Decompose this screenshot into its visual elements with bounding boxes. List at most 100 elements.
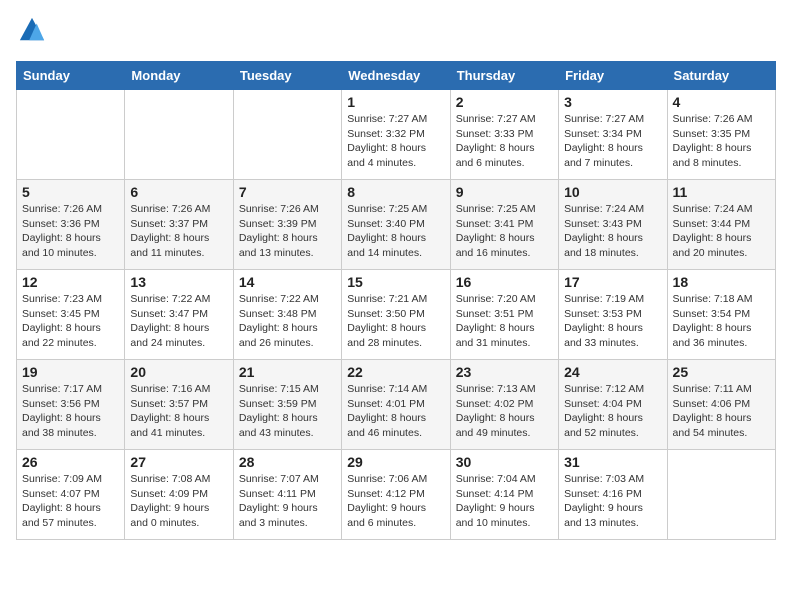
day-info: Sunrise: 7:13 AM Sunset: 4:02 PM Dayligh… — [456, 382, 553, 441]
calendar-cell: 15Sunrise: 7:21 AM Sunset: 3:50 PM Dayli… — [342, 270, 450, 360]
day-of-week-header: Sunday — [17, 62, 125, 90]
day-number: 14 — [239, 274, 336, 290]
logo — [16, 16, 46, 49]
day-info: Sunrise: 7:08 AM Sunset: 4:09 PM Dayligh… — [130, 472, 227, 531]
calendar-cell: 18Sunrise: 7:18 AM Sunset: 3:54 PM Dayli… — [667, 270, 775, 360]
day-info: Sunrise: 7:06 AM Sunset: 4:12 PM Dayligh… — [347, 472, 444, 531]
day-number: 15 — [347, 274, 444, 290]
day-info: Sunrise: 7:12 AM Sunset: 4:04 PM Dayligh… — [564, 382, 661, 441]
day-number: 6 — [130, 184, 227, 200]
calendar-table: SundayMondayTuesdayWednesdayThursdayFrid… — [16, 61, 776, 540]
day-info: Sunrise: 7:22 AM Sunset: 3:47 PM Dayligh… — [130, 292, 227, 351]
day-number: 10 — [564, 184, 661, 200]
day-info: Sunrise: 7:25 AM Sunset: 3:41 PM Dayligh… — [456, 202, 553, 261]
calendar-cell: 1 Sunrise: 7:27 AM Sunset: 3:32 PM Daylig… — [342, 90, 450, 180]
calendar-cell: 11 Sunrise: 7:24 AM Sunset: 3:44 PM Dayli… — [667, 180, 775, 270]
day-number: 22 — [347, 364, 444, 380]
calendar-cell: 7 Sunrise: 7:26 AM Sunset: 3:39 PM Daylig… — [233, 180, 341, 270]
calendar-cell: 26 Sunrise: 7:09 AM Sunset: 4:07 PM Dayli… — [17, 450, 125, 540]
day-number: 28 — [239, 454, 336, 470]
day-of-week-header: Thursday — [450, 62, 558, 90]
day-info: Sunrise: 7:20 AM Sunset: 3:51 PM Dayligh… — [456, 292, 553, 351]
day-number: 25 — [673, 364, 770, 380]
calendar-cell: 24 Sunrise: 7:12 AM Sunset: 4:04 PM Dayli… — [559, 360, 667, 450]
day-info: Sunrise: 7:26 AM Sunset: 3:39 PM Dayligh… — [239, 202, 336, 261]
calendar-cell: 21Sunrise: 7:15 AM Sunset: 3:59 PM Dayli… — [233, 360, 341, 450]
day-number: 24 — [564, 364, 661, 380]
calendar-cell: 5 Sunrise: 7:26 AM Sunset: 3:36 PM Daylig… — [17, 180, 125, 270]
calendar-cell: 22 Sunrise: 7:14 AM Sunset: 4:01 PM Dayli… — [342, 360, 450, 450]
day-info: Sunrise: 7:27 AM Sunset: 3:34 PM Dayligh… — [564, 112, 661, 171]
day-info: Sunrise: 7:22 AM Sunset: 3:48 PM Dayligh… — [239, 292, 336, 351]
day-info: Sunrise: 7:07 AM Sunset: 4:11 PM Dayligh… — [239, 472, 336, 531]
calendar-week-row: 5 Sunrise: 7:26 AM Sunset: 3:36 PM Daylig… — [17, 180, 776, 270]
calendar-week-row: 26 Sunrise: 7:09 AM Sunset: 4:07 PM Dayli… — [17, 450, 776, 540]
logo-icon — [18, 16, 46, 44]
day-of-week-header: Monday — [125, 62, 233, 90]
page-header — [16, 16, 776, 49]
calendar-cell — [17, 90, 125, 180]
calendar-cell: 23 Sunrise: 7:13 AM Sunset: 4:02 PM Dayli… — [450, 360, 558, 450]
day-info: Sunrise: 7:24 AM Sunset: 3:43 PM Dayligh… — [564, 202, 661, 261]
day-number: 23 — [456, 364, 553, 380]
day-of-week-header: Tuesday — [233, 62, 341, 90]
day-info: Sunrise: 7:14 AM Sunset: 4:01 PM Dayligh… — [347, 382, 444, 441]
calendar-header-row: SundayMondayTuesdayWednesdayThursdayFrid… — [17, 62, 776, 90]
calendar-cell: 27 Sunrise: 7:08 AM Sunset: 4:09 PM Dayli… — [125, 450, 233, 540]
day-info: Sunrise: 7:15 AM Sunset: 3:59 PM Dayligh… — [239, 382, 336, 441]
day-number: 16 — [456, 274, 553, 290]
calendar-week-row: 19 Sunrise: 7:17 AM Sunset: 3:56 PM Dayli… — [17, 360, 776, 450]
calendar-cell: 14 Sunrise: 7:22 AM Sunset: 3:48 PM Dayli… — [233, 270, 341, 360]
day-info: Sunrise: 7:19 AM Sunset: 3:53 PM Dayligh… — [564, 292, 661, 351]
calendar-cell — [233, 90, 341, 180]
day-number: 5 — [22, 184, 119, 200]
calendar-cell — [667, 450, 775, 540]
day-info: Sunrise: 7:25 AM Sunset: 3:40 PM Dayligh… — [347, 202, 444, 261]
calendar-cell: 13 Sunrise: 7:22 AM Sunset: 3:47 PM Dayli… — [125, 270, 233, 360]
day-number: 4 — [673, 94, 770, 110]
calendar-cell: 29 Sunrise: 7:06 AM Sunset: 4:12 PM Dayli… — [342, 450, 450, 540]
day-number: 17 — [564, 274, 661, 290]
day-number: 27 — [130, 454, 227, 470]
day-info: Sunrise: 7:27 AM Sunset: 3:33 PM Dayligh… — [456, 112, 553, 171]
calendar-week-row: 1 Sunrise: 7:27 AM Sunset: 3:32 PM Daylig… — [17, 90, 776, 180]
day-number: 18 — [673, 274, 770, 290]
day-number: 13 — [130, 274, 227, 290]
calendar-cell — [125, 90, 233, 180]
day-number: 7 — [239, 184, 336, 200]
calendar-cell: 16 Sunrise: 7:20 AM Sunset: 3:51 PM Dayli… — [450, 270, 558, 360]
day-of-week-header: Friday — [559, 62, 667, 90]
day-info: Sunrise: 7:17 AM Sunset: 3:56 PM Dayligh… — [22, 382, 119, 441]
day-info: Sunrise: 7:09 AM Sunset: 4:07 PM Dayligh… — [22, 472, 119, 531]
calendar-cell: 28 Sunrise: 7:07 AM Sunset: 4:11 PM Dayli… — [233, 450, 341, 540]
day-of-week-header: Saturday — [667, 62, 775, 90]
calendar-cell: 17 Sunrise: 7:19 AM Sunset: 3:53 PM Dayli… — [559, 270, 667, 360]
calendar-cell: 9 Sunrise: 7:25 AM Sunset: 3:41 PM Daylig… — [450, 180, 558, 270]
day-info: Sunrise: 7:16 AM Sunset: 3:57 PM Dayligh… — [130, 382, 227, 441]
calendar-week-row: 12Sunrise: 7:23 AM Sunset: 3:45 PM Dayli… — [17, 270, 776, 360]
day-number: 26 — [22, 454, 119, 470]
calendar-cell: 8 Sunrise: 7:25 AM Sunset: 3:40 PM Daylig… — [342, 180, 450, 270]
day-number: 19 — [22, 364, 119, 380]
calendar-cell: 12Sunrise: 7:23 AM Sunset: 3:45 PM Dayli… — [17, 270, 125, 360]
day-info: Sunrise: 7:03 AM Sunset: 4:16 PM Dayligh… — [564, 472, 661, 531]
day-number: 1 — [347, 94, 444, 110]
day-info: Sunrise: 7:24 AM Sunset: 3:44 PM Dayligh… — [673, 202, 770, 261]
day-number: 29 — [347, 454, 444, 470]
day-info: Sunrise: 7:04 AM Sunset: 4:14 PM Dayligh… — [456, 472, 553, 531]
day-of-week-header: Wednesday — [342, 62, 450, 90]
calendar-cell: 6 Sunrise: 7:26 AM Sunset: 3:37 PM Daylig… — [125, 180, 233, 270]
day-number: 30 — [456, 454, 553, 470]
day-number: 8 — [347, 184, 444, 200]
day-number: 11 — [673, 184, 770, 200]
calendar-cell: 2 Sunrise: 7:27 AM Sunset: 3:33 PM Daylig… — [450, 90, 558, 180]
calendar-cell: 10 Sunrise: 7:24 AM Sunset: 3:43 PM Dayli… — [559, 180, 667, 270]
day-info: Sunrise: 7:26 AM Sunset: 3:36 PM Dayligh… — [22, 202, 119, 261]
day-info: Sunrise: 7:26 AM Sunset: 3:35 PM Dayligh… — [673, 112, 770, 171]
day-number: 9 — [456, 184, 553, 200]
day-info: Sunrise: 7:27 AM Sunset: 3:32 PM Dayligh… — [347, 112, 444, 171]
day-number: 2 — [456, 94, 553, 110]
calendar-cell: 19 Sunrise: 7:17 AM Sunset: 3:56 PM Dayli… — [17, 360, 125, 450]
day-number: 3 — [564, 94, 661, 110]
day-info: Sunrise: 7:26 AM Sunset: 3:37 PM Dayligh… — [130, 202, 227, 261]
